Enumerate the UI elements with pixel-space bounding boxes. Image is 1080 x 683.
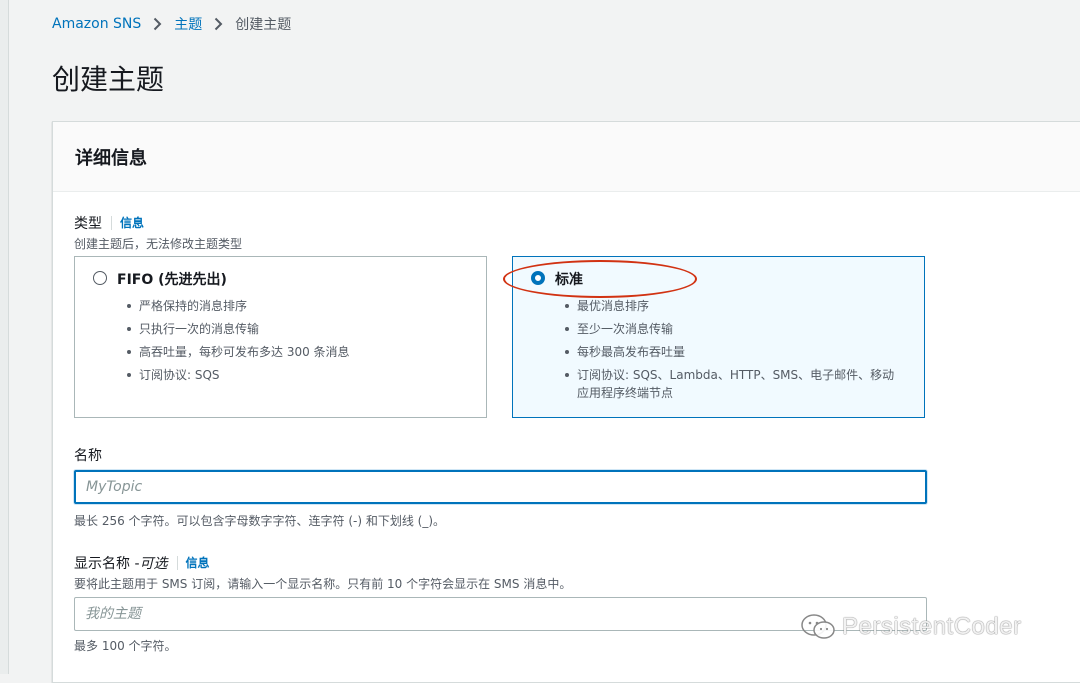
display-name-field-label: 显示名称 - 可选 信息 xyxy=(74,553,210,573)
display-name-info-link[interactable]: 信息 xyxy=(176,556,210,570)
watermark: PersistentCoder xyxy=(800,613,1022,641)
list-item: 严格保持的消息排序 xyxy=(127,297,467,315)
breadcrumb-link-sns[interactable]: Amazon SNS xyxy=(52,16,141,32)
details-panel-title: 详细信息 xyxy=(75,148,147,169)
chevron-right-icon xyxy=(153,17,162,31)
type-field-label: 类型 信息 xyxy=(74,213,144,233)
wechat-icon xyxy=(801,614,835,639)
display-name-label-text: 显示名称 - xyxy=(74,556,140,572)
standard-option-title: 标准 xyxy=(555,272,583,288)
type-description: 创建主题后，无法修改主题类型 xyxy=(74,237,243,251)
list-item: 只执行一次的消息传输 xyxy=(127,320,467,338)
watermark-text: PersistentCoder xyxy=(842,613,1022,640)
fifo-radio-button[interactable] xyxy=(93,271,107,285)
type-option-fifo[interactable]: FIFO (先进先出) 严格保持的消息排序 只执行一次的消息传输 高吞吐量，每秒… xyxy=(74,256,487,418)
type-label-text: 类型 xyxy=(74,216,102,232)
breadcrumb-link-topics[interactable]: 主题 xyxy=(174,14,202,34)
type-info-link[interactable]: 信息 xyxy=(111,216,144,230)
details-panel: 详细信息 类型 信息 创建主题后，无法修改主题类型 FIFO (先进先出) 严格… xyxy=(52,121,1080,683)
details-panel-header: 详细信息 xyxy=(53,122,1080,192)
page-title: 创建主题 xyxy=(52,63,165,96)
display-name-hint: 最多 100 个字符。 xyxy=(74,639,177,653)
list-item: 订阅协议: SQS xyxy=(127,366,467,384)
list-item: 每秒最高发布吞吐量 xyxy=(565,343,905,361)
fifo-option-title: FIFO (先进先出) xyxy=(117,272,227,288)
name-field-label: 名称 xyxy=(74,445,102,465)
name-label-text: 名称 xyxy=(74,448,102,464)
standard-feature-list: 最优消息排序 至少一次消息传输 每秒最高发布吞吐量 订阅协议: SQS、Lamb… xyxy=(565,297,905,407)
type-option-standard[interactable]: 标准 最优消息排序 至少一次消息传输 每秒最高发布吞吐量 订阅协议: SQS、L… xyxy=(503,256,925,418)
name-hint: 最长 256 个字符。可以包含字母数字字符、连字符 (-) 和下划线 (_)。 xyxy=(74,514,446,528)
list-item: 至少一次消息传输 xyxy=(565,320,905,338)
name-input[interactable] xyxy=(74,470,927,504)
chevron-right-icon xyxy=(214,17,223,31)
left-navigation-rail xyxy=(0,0,9,674)
standard-radio-button[interactable] xyxy=(531,271,545,285)
breadcrumb-current: 创建主题 xyxy=(235,17,292,33)
list-item: 最优消息排序 xyxy=(565,297,905,315)
fifo-feature-list: 严格保持的消息排序 只执行一次的消息传输 高吞吐量，每秒可发布多达 300 条消… xyxy=(127,297,467,389)
display-name-description: 要将此主题用于 SMS 订阅，请输入一个显示名称。只有前 10 个字符会显示在 … xyxy=(74,577,572,591)
list-item: 高吞吐量，每秒可发布多达 300 条消息 xyxy=(127,343,467,361)
breadcrumb: Amazon SNS 主题 创建主题 xyxy=(52,14,291,34)
list-item: 订阅协议: SQS、Lambda、HTTP、SMS、电子邮件、移动应用程序终端节… xyxy=(565,366,905,402)
optional-tag: 可选 xyxy=(139,556,168,572)
